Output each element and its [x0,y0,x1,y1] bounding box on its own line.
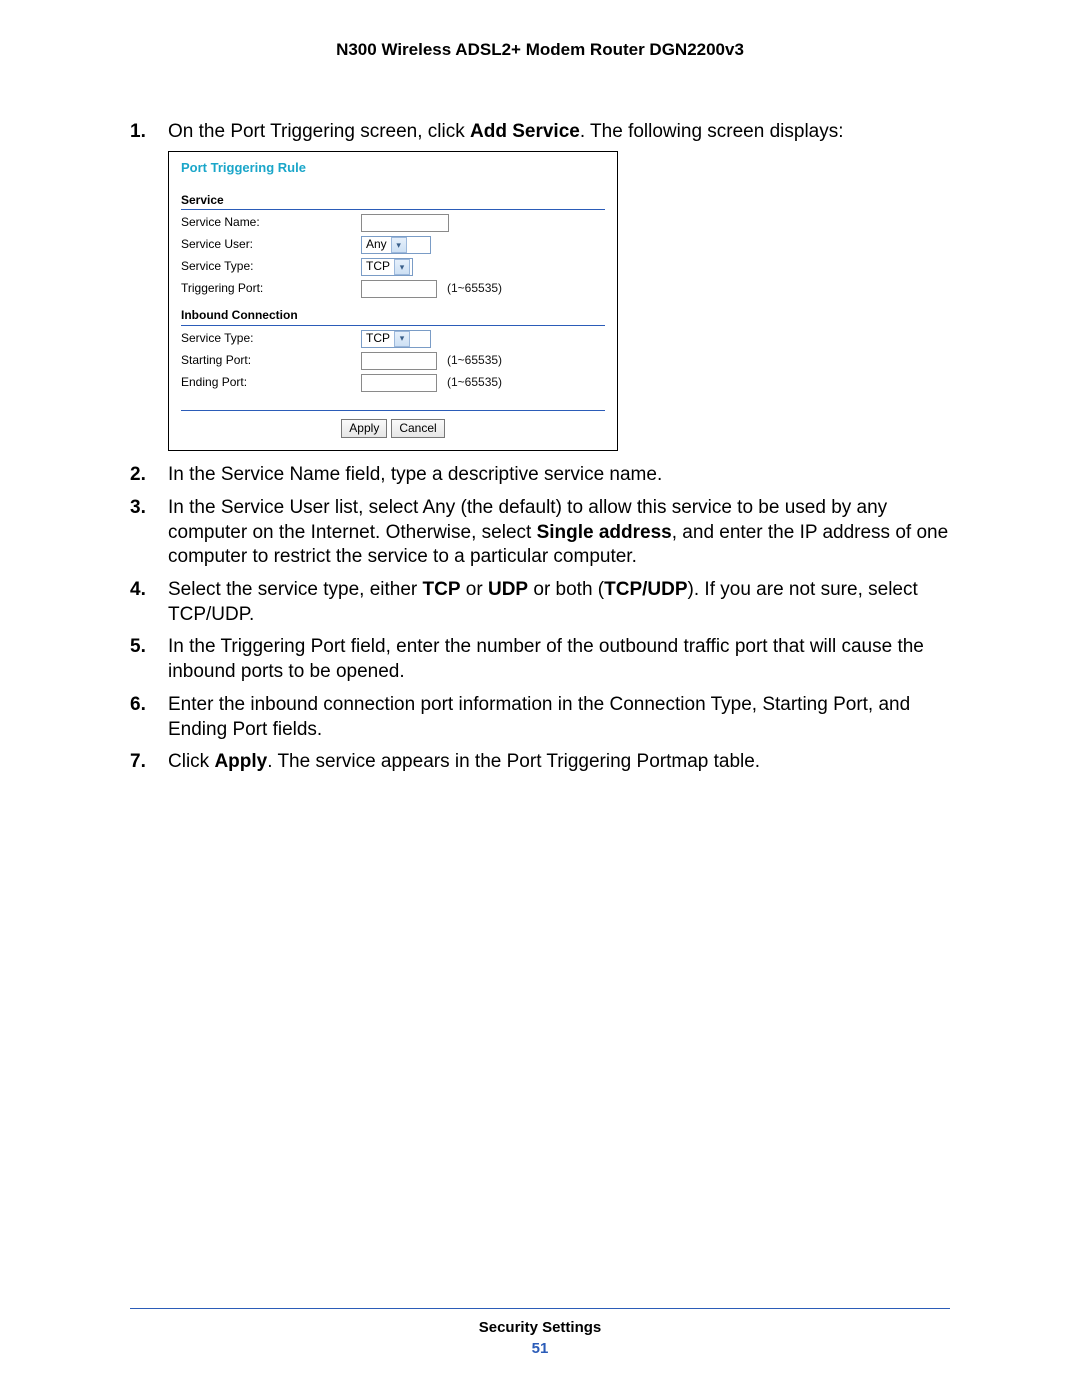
label-service-user: Service User: [181,237,361,253]
label-ending-port: Ending Port: [181,375,361,391]
step-4: 4. Select the service type, either TCP o… [130,578,950,627]
label-triggering-port: Triggering Port: [181,281,361,297]
footer-rule [130,1308,950,1309]
input-triggering-port[interactable] [361,280,437,298]
input-ending-port[interactable] [361,374,437,392]
hint-port-range: (1~65535) [447,375,502,391]
dropdown-service-user-value: Any [362,237,391,253]
hint-port-range: (1~65535) [447,353,502,369]
cancel-button[interactable]: Cancel [391,419,444,439]
label-inbound-service-type: Service Type: [181,331,361,347]
page-footer: Security Settings 51 [130,1308,950,1357]
step-text: Enter the inbound connection port inform… [168,694,910,740]
label-starting-port: Starting Port: [181,353,361,369]
row-triggering-port: Triggering Port: (1~65535) [181,280,605,298]
row-ending-port: Ending Port: (1~65535) [181,374,605,392]
step-text: On the Port Triggering screen, click Add… [168,121,844,142]
dialog-separator [181,410,605,411]
step-text: In the Service User list, select Any (th… [168,497,948,567]
step-text: In the Triggering Port field, enter the … [168,636,924,682]
chevron-down-icon: ▾ [394,259,410,275]
step-number: 6. [130,693,146,718]
footer-section-title: Security Settings [130,1319,950,1336]
step-1: 1. On the Port Triggering screen, click … [130,120,950,451]
dropdown-inbound-service-type-value: TCP [362,331,394,347]
section-service-header: Service [181,193,605,211]
step-number: 4. [130,578,146,603]
step-number: 2. [130,463,146,488]
dropdown-inbound-service-type[interactable]: TCP ▾ [361,330,431,348]
row-service-user: Service User: Any ▾ [181,236,605,254]
row-service-name: Service Name: [181,214,605,232]
step-text: Click Apply. The service appears in the … [168,751,760,772]
dropdown-service-user[interactable]: Any ▾ [361,236,431,254]
step-number: 7. [130,750,146,775]
hint-port-range: (1~65535) [447,281,502,297]
dialog-title: Port Triggering Rule [181,160,605,187]
footer-page-number: 51 [130,1340,950,1357]
label-service-type: Service Type: [181,259,361,275]
document-header: N300 Wireless ADSL2+ Modem Router DGN220… [130,40,950,60]
step-6: 6. Enter the inbound connection port inf… [130,693,950,742]
step-2: 2. In the Service Name field, type a des… [130,463,950,488]
step-text: Select the service type, either TCP or U… [168,579,918,625]
step-number: 3. [130,496,146,521]
step-text: In the Service Name field, type a descri… [168,464,662,485]
row-service-type: Service Type: TCP ▾ [181,258,605,276]
row-inbound-service-type: Service Type: TCP ▾ [181,330,605,348]
chevron-down-icon: ▾ [394,331,410,347]
section-inbound-header: Inbound Connection [181,308,605,326]
port-triggering-rule-dialog: Port Triggering Rule Service Service Nam… [168,151,618,452]
step-number: 1. [130,120,146,145]
apply-button[interactable]: Apply [341,419,387,439]
step-5: 5. In the Triggering Port field, enter t… [130,635,950,684]
main-content: 1. On the Port Triggering screen, click … [130,120,950,775]
chevron-down-icon: ▾ [391,237,407,253]
label-service-name: Service Name: [181,215,361,231]
step-3: 3. In the Service User list, select Any … [130,496,950,570]
input-service-name[interactable] [361,214,449,232]
row-starting-port: Starting Port: (1~65535) [181,352,605,370]
step-7: 7. Click Apply. The service appears in t… [130,750,950,775]
step-number: 5. [130,635,146,660]
dropdown-service-type-value: TCP [362,259,394,275]
dropdown-service-type[interactable]: TCP ▾ [361,258,413,276]
input-starting-port[interactable] [361,352,437,370]
